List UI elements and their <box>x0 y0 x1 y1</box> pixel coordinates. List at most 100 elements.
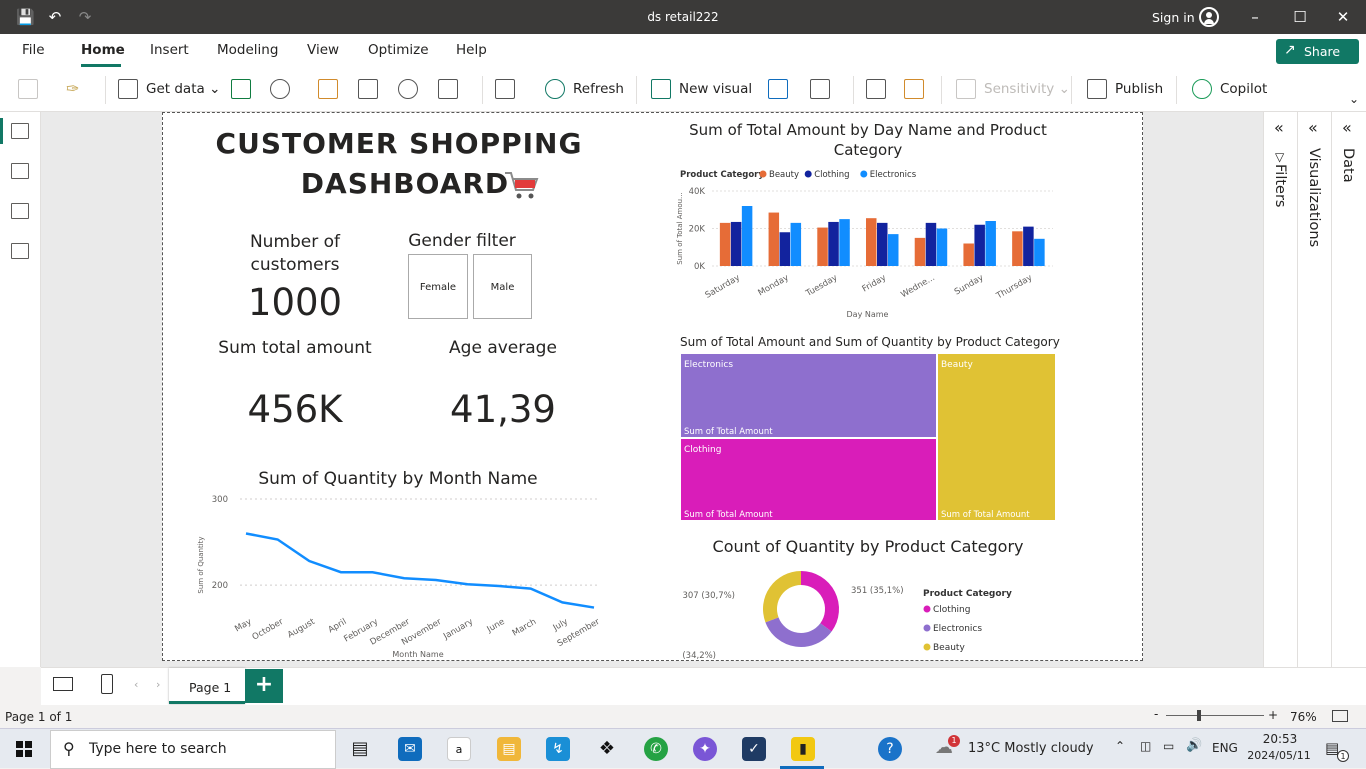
recent-icon <box>438 79 458 99</box>
menu-modeling[interactable]: Modeling <box>217 42 278 58</box>
weather-text[interactable]: 13°C Mostly cloudy <box>968 741 1094 756</box>
menu-file[interactable]: File <box>22 42 45 58</box>
more-visuals-button[interactable] <box>810 79 838 101</box>
sql-button[interactable] <box>318 79 346 101</box>
filters-pane[interactable]: « ▽ Filters <box>1263 112 1297 667</box>
account-icon[interactable] <box>1199 7 1219 27</box>
model-view-icon[interactable] <box>11 203 29 219</box>
enter-data-button[interactable] <box>358 79 386 101</box>
prev-page-icon[interactable]: ‹ <box>134 678 138 691</box>
menu-insert[interactable]: Insert <box>150 42 189 58</box>
slack-like-app-icon[interactable]: ↯ <box>546 737 570 761</box>
bar-mark <box>974 224 985 266</box>
add-page-button[interactable]: + <box>245 669 283 703</box>
table-view-icon[interactable] <box>11 163 29 179</box>
dataverse-button[interactable] <box>398 79 426 101</box>
minimize-icon[interactable]: – <box>1246 8 1264 26</box>
quick-measure-button[interactable] <box>904 79 932 101</box>
bar-x-tick-label: Monday <box>757 273 791 298</box>
format-painter-button[interactable]: ✑ <box>66 79 94 101</box>
sensitivity-button[interactable]: Sensitivity ⌄ <box>956 79 1070 101</box>
copilot-button[interactable]: Copilot <box>1192 79 1267 101</box>
zoom-out-button[interactable]: - <box>1154 707 1158 721</box>
sign-in-link[interactable]: Sign in <box>1152 10 1195 25</box>
transform-icon <box>495 79 515 99</box>
task-view-icon[interactable]: ▤ <box>348 737 372 761</box>
separator <box>941 76 942 104</box>
whatsapp-icon[interactable]: ✆ <box>644 737 668 761</box>
sql-server-icon[interactable]: ✓ <box>742 737 766 761</box>
clock-time[interactable]: 20:53 <box>1250 732 1310 746</box>
onelake-button[interactable] <box>270 79 298 101</box>
visualizations-pane[interactable]: « Visualizations <box>1297 112 1331 667</box>
desktop-layout-icon[interactable] <box>53 677 73 691</box>
recent-sources-button[interactable] <box>438 79 466 101</box>
treemap-measure-label: Sum of Total Amount <box>941 510 1030 520</box>
language-indicator[interactable]: ENG <box>1212 741 1238 755</box>
gender-male-button[interactable]: Male <box>473 254 532 319</box>
battery-icon[interactable]: ▭ <box>1163 739 1174 753</box>
bar-x-tick-label: Friday <box>861 273 888 295</box>
new-measure-button[interactable] <box>866 79 894 101</box>
mail-icon[interactable]: ✉ <box>398 737 422 761</box>
menu-optimize[interactable]: Optimize <box>368 42 429 58</box>
paste-icon <box>18 79 38 99</box>
dropbox-icon[interactable]: ❖ <box>595 737 619 761</box>
text-box-button[interactable] <box>768 79 796 101</box>
page-tab-1[interactable]: Page 1 <box>169 668 245 704</box>
close-icon[interactable]: ✕ <box>1334 8 1352 26</box>
share-button[interactable]: ↗ Share ⌄ <box>1276 39 1359 74</box>
get-data-button[interactable]: Get data ⌄ <box>118 79 220 101</box>
zoom-slider[interactable] <box>1166 715 1264 716</box>
new-visual-label: New visual <box>679 81 753 97</box>
expand-visualizations-icon[interactable]: « <box>1308 118 1318 137</box>
line-x-tick-label: June <box>485 617 507 635</box>
refresh-button[interactable]: Refresh <box>545 79 624 101</box>
right-panes: « ▽ Filters « Visualizations « Data <box>1263 112 1366 667</box>
menu-view[interactable]: View <box>307 42 339 58</box>
zoom-in-button[interactable]: + <box>1268 708 1278 722</box>
ribbon-collapse-icon[interactable]: ⌄ <box>1349 92 1359 114</box>
customers-value: 1000 <box>247 281 343 324</box>
line-x-tick-label: May <box>233 617 253 634</box>
report-view-icon[interactable] <box>11 123 29 139</box>
data-pane[interactable]: « Data <box>1331 112 1365 667</box>
publish-button[interactable]: Publish <box>1087 79 1163 101</box>
maximize-icon[interactable]: ☐ <box>1291 8 1309 26</box>
new-visual-button[interactable]: New visual <box>651 79 752 101</box>
windows-start-icon[interactable] <box>16 741 32 757</box>
line-x-tick-label: August <box>286 617 317 641</box>
transform-data-button[interactable] <box>495 79 523 101</box>
donut-legend-marker <box>923 605 931 613</box>
menu-home[interactable]: Home <box>81 42 125 58</box>
taskbar-search-input[interactable]: ⚲ Type here to search <box>50 730 336 769</box>
treemap-title: Sum of Total Amount and Sum of Quantity … <box>680 335 1060 349</box>
fit-to-page-icon[interactable] <box>1332 710 1348 722</box>
line-y-axis-label: Sum of Quantity <box>197 536 205 593</box>
expand-filters-icon[interactable]: « <box>1274 118 1284 137</box>
zoom-slider-thumb[interactable] <box>1197 710 1201 721</box>
paste-button[interactable] <box>18 79 46 101</box>
clock-date[interactable]: 2024/05/11 <box>1246 749 1312 762</box>
power-bi-icon[interactable]: ▮ <box>791 737 815 761</box>
volume-icon[interactable]: 🔊 <box>1186 738 1202 753</box>
amazon-icon[interactable]: a <box>447 737 471 761</box>
publish-label: Publish <box>1115 81 1164 97</box>
dax-query-view-icon[interactable] <box>11 243 29 259</box>
bar-mark <box>828 221 839 266</box>
network-icon[interactable]: ◫ <box>1140 739 1151 753</box>
expand-data-icon[interactable]: « <box>1342 118 1352 137</box>
file-explorer-icon[interactable]: ▤ <box>497 737 521 761</box>
next-page-icon[interactable]: › <box>156 678 160 691</box>
excel-button[interactable] <box>231 79 259 101</box>
copilot-app-icon[interactable]: ✦ <box>693 737 717 761</box>
data-label: Data <box>1340 148 1356 183</box>
menu-bar: File Home Insert Modeling View Optimize … <box>0 34 1366 74</box>
dashboard-title-line2: DASHBOARD <box>301 167 509 200</box>
age-label: Age average <box>449 338 557 358</box>
menu-help[interactable]: Help <box>456 42 487 58</box>
mobile-layout-icon[interactable] <box>101 674 113 694</box>
help-icon[interactable]: ? <box>878 737 902 761</box>
gender-female-button[interactable]: Female <box>408 254 468 319</box>
tray-chevron-icon[interactable]: ⌃ <box>1115 739 1125 753</box>
